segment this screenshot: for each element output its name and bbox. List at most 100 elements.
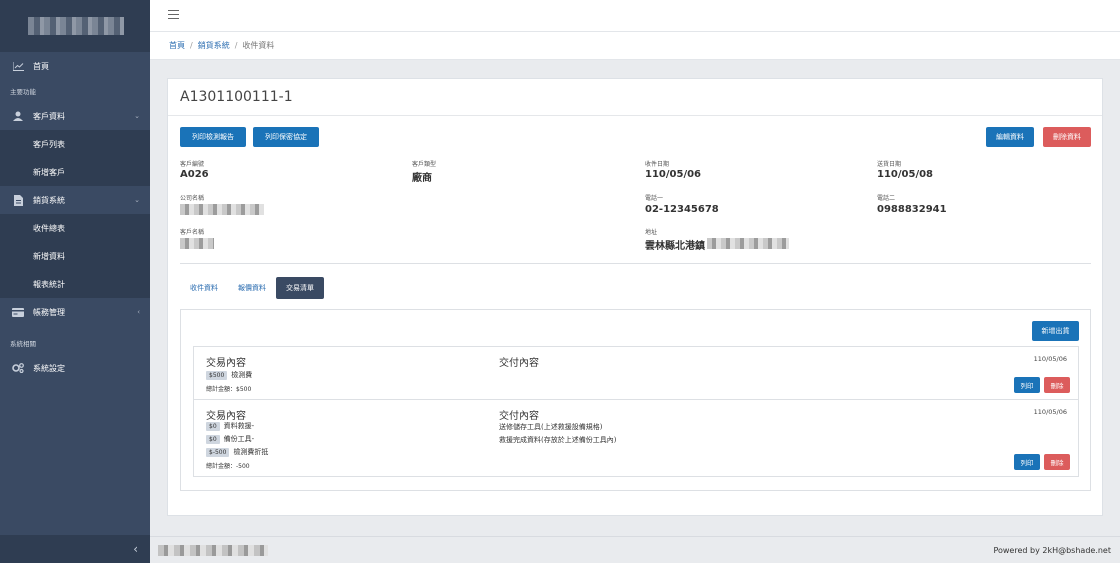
print-button[interactable]: 列印 [1014, 454, 1040, 470]
delete-button[interactable]: 刪除資料 [1043, 127, 1091, 147]
chevron-left-icon: ‹ [133, 542, 138, 556]
tab-quote[interactable]: 報價資料 [228, 277, 276, 299]
topbar [150, 0, 1120, 32]
powered-by-text: Powered by 2kH@bshade.net [993, 546, 1111, 555]
customer-name-label: 客戶名稱 [180, 229, 205, 236]
address-value: 雲林縣北港鎮 [645, 241, 705, 252]
transactions-panel: 新增出貨 交易內容 交付內容 110/05/06 $500 檢測費 總計金額：$5… [180, 309, 1091, 491]
transaction-line: $0 資料救援- [206, 421, 254, 431]
received-date-label: 收件日期 [645, 161, 670, 168]
sidebar-item-label: 帳務管理 [33, 307, 65, 317]
breadcrumb: 首頁 / 銷貨系統 / 收件資料 [150, 32, 1120, 60]
sent-date-value: 110/05/08 [877, 169, 934, 180]
sidebar-item-label: 銷貨系統 [33, 195, 65, 205]
price-tag: $-500 [206, 448, 230, 457]
chevron-down-icon: ⌄ [134, 196, 140, 204]
footer-copyright-redacted [158, 545, 268, 556]
sidebar-item-sales-summary[interactable]: 收件總表 [0, 214, 150, 242]
transaction-delivery-title: 交付內容 [499, 358, 539, 369]
hamburger-menu-icon[interactable] [168, 10, 179, 19]
transaction-date: 110/05/06 [1033, 408, 1067, 416]
gears-icon [12, 363, 24, 373]
sidebar-item-label: 系統設定 [33, 363, 65, 373]
tab-received[interactable]: 收件資料 [180, 277, 228, 299]
sidebar-item-label: 收件總表 [33, 223, 65, 233]
transaction-total: 總計金額：$500 [206, 386, 252, 393]
sidebar-submenu-customer: 客戶列表 新增客戶 [0, 130, 150, 186]
phone1-label: 電話一 [645, 195, 664, 202]
sidebar-item-label: 新增資料 [33, 251, 65, 261]
print-nda-button[interactable]: 列印保密協定 [253, 127, 319, 147]
price-tag: $500 [206, 371, 228, 380]
add-shipment-button[interactable]: 新增出貨 [1032, 321, 1079, 341]
sidebar-item-customer-list[interactable]: 客戶列表 [0, 130, 150, 158]
transaction-line: $0 備份工具- [206, 434, 254, 444]
sidebar-item-label: 新增客戶 [33, 167, 65, 177]
footer: Powered by 2kH@bshade.net [150, 536, 1120, 563]
price-tag: $0 [206, 422, 220, 431]
tab-transactions[interactable]: 交易清單 [276, 277, 324, 299]
credit-card-icon [12, 307, 24, 317]
delivery-line: 救援完成資料(存放於上述備份工具內) [499, 436, 617, 444]
received-date-value: 110/05/06 [645, 169, 702, 180]
customer-no-label: 客戶編號 [180, 161, 205, 168]
sidebar-item-label: 首頁 [33, 61, 49, 71]
page-title: A1301100111-1 [168, 79, 1102, 116]
sidebar-item-sales-new[interactable]: 新增資料 [0, 242, 150, 270]
sidebar: 首頁 主要功能 客戶資料 ⌄ 客戶列表 新增客戶 銷貨系統 ⌄ 收件總表 新增資… [0, 0, 150, 563]
sidebar-collapse-button[interactable]: ‹ [0, 535, 150, 563]
delivery-line: 送修儲存工具(上述救援設備規格) [499, 423, 603, 431]
transaction-date: 110/05/06 [1033, 355, 1067, 363]
company-name-label: 公司名稱 [180, 195, 205, 202]
sidebar-item-customer[interactable]: 客戶資料 ⌄ [0, 102, 150, 130]
sidebar-item-settings[interactable]: 系統設定 [0, 354, 150, 382]
line-item-name: 資料救援- [223, 422, 255, 430]
sidebar-item-label: 客戶列表 [33, 139, 65, 149]
company-name-redacted [180, 204, 264, 215]
price-tag: $0 [206, 435, 220, 444]
phone2-label: 電話二 [877, 195, 896, 202]
phone2-value: 0988832941 [877, 204, 947, 215]
transaction-line: $-500 檢測費折抵 [206, 447, 268, 457]
sent-date-label: 送貨日期 [877, 161, 902, 168]
address-redacted [707, 238, 789, 249]
sidebar-item-label: 客戶資料 [33, 111, 65, 121]
edit-button[interactable]: 編輯資料 [986, 127, 1034, 147]
sidebar-item-customer-new[interactable]: 新增客戶 [0, 158, 150, 186]
sidebar-item-label: 報表統計 [33, 279, 65, 289]
transaction-item: 交易內容 交付內容 110/05/06 $0 資料救援- $0 備份工具- $-50… [193, 399, 1079, 477]
delete-transaction-button[interactable]: 刪除 [1044, 454, 1070, 470]
sidebar-item-accounts[interactable]: 帳務管理 ‹ [0, 298, 150, 326]
sidebar-item-sales[interactable]: 銷貨系統 ⌄ [0, 186, 150, 214]
breadcrumb-home[interactable]: 首頁 [169, 40, 185, 51]
print-report-button[interactable]: 列印檢測報告 [180, 127, 246, 147]
chevron-down-icon: ⌄ [134, 112, 140, 120]
line-item-name: 檢測費 [231, 371, 253, 379]
transaction-content-title: 交易內容 [206, 411, 246, 422]
sidebar-item-home[interactable]: 首頁 [0, 52, 150, 80]
transaction-total: 總計金額：-500 [206, 463, 250, 470]
record-card: A1301100111-1 列印檢測報告 列印保密協定 編輯資料 刪除資料 客戶… [167, 78, 1103, 516]
customer-type-label: 客戶類型 [412, 161, 437, 168]
sidebar-section-main: 主要功能 [10, 88, 36, 96]
sidebar-item-sales-report[interactable]: 報表統計 [0, 270, 150, 298]
address-label: 地址 [645, 229, 658, 236]
breadcrumb-sales[interactable]: 銷貨系統 [198, 40, 230, 51]
user-icon [12, 111, 24, 121]
tab-bar: 收件資料 報價資料 交易清單 [180, 277, 324, 299]
breadcrumb-separator: / [190, 41, 193, 50]
sidebar-section-system: 系統相關 [10, 340, 36, 348]
document-icon [12, 194, 24, 206]
customer-name-redacted [180, 238, 214, 249]
phone1-value: 02-12345678 [645, 204, 719, 215]
line-item-name: 備份工具- [223, 435, 255, 443]
chevron-left-icon: ‹ [137, 308, 140, 316]
brand-logo[interactable] [0, 0, 150, 52]
line-item-name: 檢測費折抵 [233, 448, 269, 456]
customer-no-value: A026 [180, 169, 209, 180]
breadcrumb-current: 收件資料 [242, 41, 275, 50]
print-button[interactable]: 列印 [1014, 377, 1040, 393]
transaction-content-title: 交易內容 [206, 358, 246, 369]
transaction-item: 交易內容 交付內容 110/05/06 $500 檢測費 總計金額：$500 列印… [193, 346, 1079, 400]
delete-transaction-button[interactable]: 刪除 [1044, 377, 1070, 393]
